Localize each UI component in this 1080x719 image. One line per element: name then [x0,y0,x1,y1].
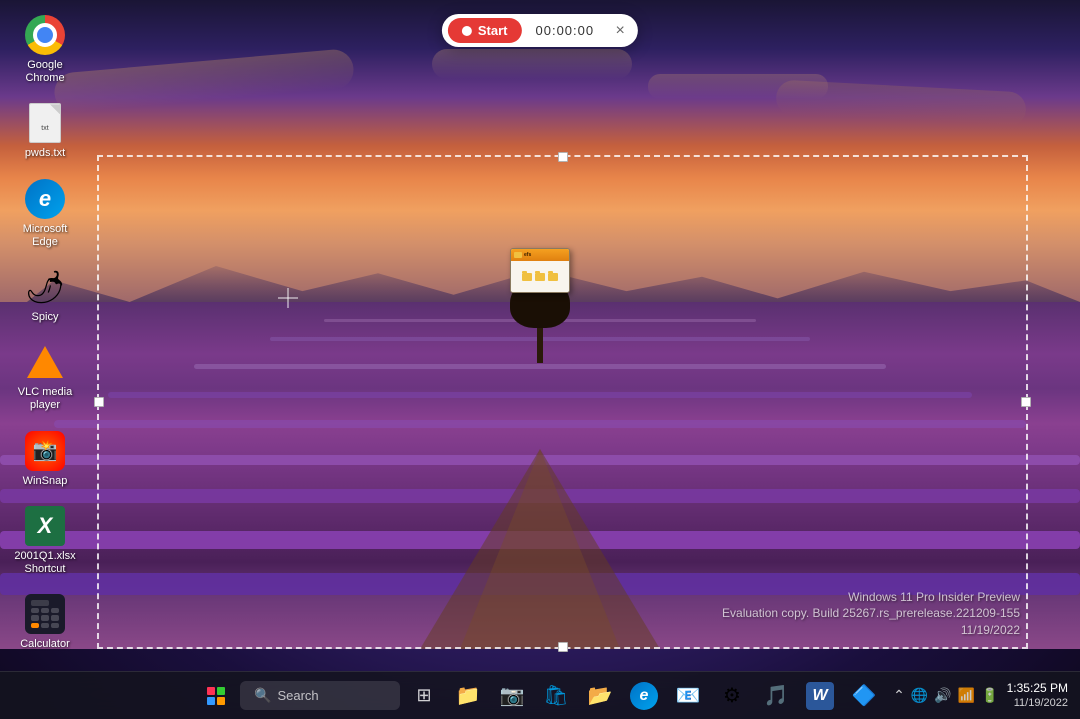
tree: efs [510,273,570,363]
fe-folder-2 [535,273,545,281]
battery-icon[interactable]: 🔋 [981,687,998,704]
taskbar-mail-button[interactable]: 📧 [668,676,708,716]
windows-watermark: Windows 11 Pro Insider Preview Evaluatio… [722,589,1020,639]
desktop-icon-pwds-txt[interactable]: txt pwds.txt [10,103,80,160]
desktop-icon-winsnap[interactable]: 📸 WinSnap [10,431,80,488]
winsnap-icon: 📸 [25,431,65,471]
spicy-icon: 🌶 [25,267,65,307]
task-view-icon: ⊞ [416,685,431,706]
desktop-icon-excel[interactable]: X 2001Q1.xlsx Shortcut [10,506,80,576]
desktop-icon-google-chrome[interactable]: Google Chrome [10,15,80,85]
desktop-icon-microsoft-edge[interactable]: e Microsoft Edge [10,179,80,249]
start-recording-button[interactable]: Start [448,18,522,43]
vlc-label: VLC media player [10,386,80,412]
mail-icon: 📧 [676,683,701,708]
fe-mini-icon [514,252,522,258]
cloud-1 [53,48,355,114]
recording-dot-icon [462,26,472,36]
vlc-icon [25,342,65,382]
desktop-icon-vlc[interactable]: VLC media player [10,342,80,412]
fe-folder-1 [522,273,532,281]
excel-label: 2001Q1.xlsx Shortcut [10,550,80,576]
system-tray: ⌃ 🌐 🔊 📶 🔋 [893,687,998,704]
spotify-icon: 🎵 [764,683,789,708]
chrome-label: Google Chrome [10,59,80,85]
taskbar-right: ⌃ 🌐 🔊 📶 🔋 1:35:25 PM 11/19/2022 [893,681,1080,711]
taskbar-file-explorer-button[interactable]: 📁 [448,676,488,716]
recording-timer: 00:00:00 [522,18,609,43]
camera-icon: 📷 [500,683,525,708]
cloud-2 [432,49,632,79]
edge-icon: e [25,179,65,219]
close-icon: × [615,22,624,40]
clock-date: 11/19/2022 [1007,696,1068,710]
start-button[interactable] [196,676,236,716]
taskbar-camera-button[interactable]: 📷 [492,676,532,716]
desktop: efs [0,0,1080,719]
chrome-icon [25,15,65,55]
windows-logo-icon [207,687,225,705]
watermark-line1: Windows 11 Pro Insider Preview [722,589,1020,606]
search-icon: 🔍 [254,687,271,704]
close-recording-button[interactable]: × [608,19,632,43]
fe-mini-title: efs [524,252,531,258]
taskbar-center: 🔍 Search ⊞ 📁 📷 🛍 📂 [196,676,884,716]
word-icon: W [806,682,834,710]
pwds-txt-label: pwds.txt [25,147,65,160]
taskbar-spotify-button[interactable]: 🎵 [756,676,796,716]
watermark-line3: 11/19/2022 [722,622,1020,639]
network-icon[interactable]: 🌐 [911,687,928,704]
search-label: Search [277,688,318,703]
taskbar-app-button[interactable]: 🔷 [844,676,884,716]
wifi-icon[interactable]: 📶 [958,687,975,704]
taskbar: 🔍 Search ⊞ 📁 📷 🛍 📂 [0,671,1080,719]
file-explorer-icon: 📁 [456,683,481,708]
fe-folder-row [522,273,558,281]
recording-toolbar: Start 00:00:00 × [442,14,638,47]
edge-taskbar-icon: e [630,682,658,710]
watermark-line2: Evaluation copy. Build 25267.rs_prerelea… [722,605,1020,622]
taskbar-edge-button[interactable]: e [624,676,664,716]
fe-mini-body [511,261,569,292]
task-view-button[interactable]: ⊞ [404,676,444,716]
tree-trunk [537,323,543,363]
search-bar[interactable]: 🔍 Search [240,681,400,710]
fe-mini-titlebar: efs [511,249,569,261]
desktop-icons-area: Google Chrome txt pwds.txt e Microsoft E… [0,0,90,649]
taskbar-store-button[interactable]: 🛍 [536,676,576,716]
file-explorer-mini-window: efs [510,248,570,293]
edge-label: Microsoft Edge [10,223,80,249]
settings-icon: ⚙ [723,683,741,708]
spicy-label: Spicy [32,311,59,324]
file-icon: txt [25,103,65,143]
system-clock[interactable]: 1:35:25 PM 11/19/2022 [1007,681,1068,711]
taskbar-settings-button[interactable]: ⚙ [712,676,752,716]
calculator-label: Calculator [20,638,70,651]
clock-time: 1:35:25 PM [1007,681,1068,697]
tray-arrow-icon[interactable]: ⌃ [893,687,905,704]
cloud-4 [648,74,828,99]
file-explorer-2-icon: 📂 [588,683,613,708]
calculator-icon [25,594,65,634]
taskbar-word-button[interactable]: W [800,676,840,716]
excel-icon: X [25,506,65,546]
store-icon: 🛍 [543,683,568,708]
fe-folder-3 [548,273,558,281]
winsnap-label: WinSnap [23,475,68,488]
volume-icon[interactable]: 🔊 [934,687,951,704]
desktop-icon-spicy[interactable]: 🌶 Spicy [10,267,80,324]
taskbar-file-explorer-2-button[interactable]: 📂 [580,676,620,716]
desktop-icon-calculator[interactable]: Calculator [10,594,80,651]
app-icon: 🔷 [852,683,877,708]
start-label: Start [478,23,508,38]
